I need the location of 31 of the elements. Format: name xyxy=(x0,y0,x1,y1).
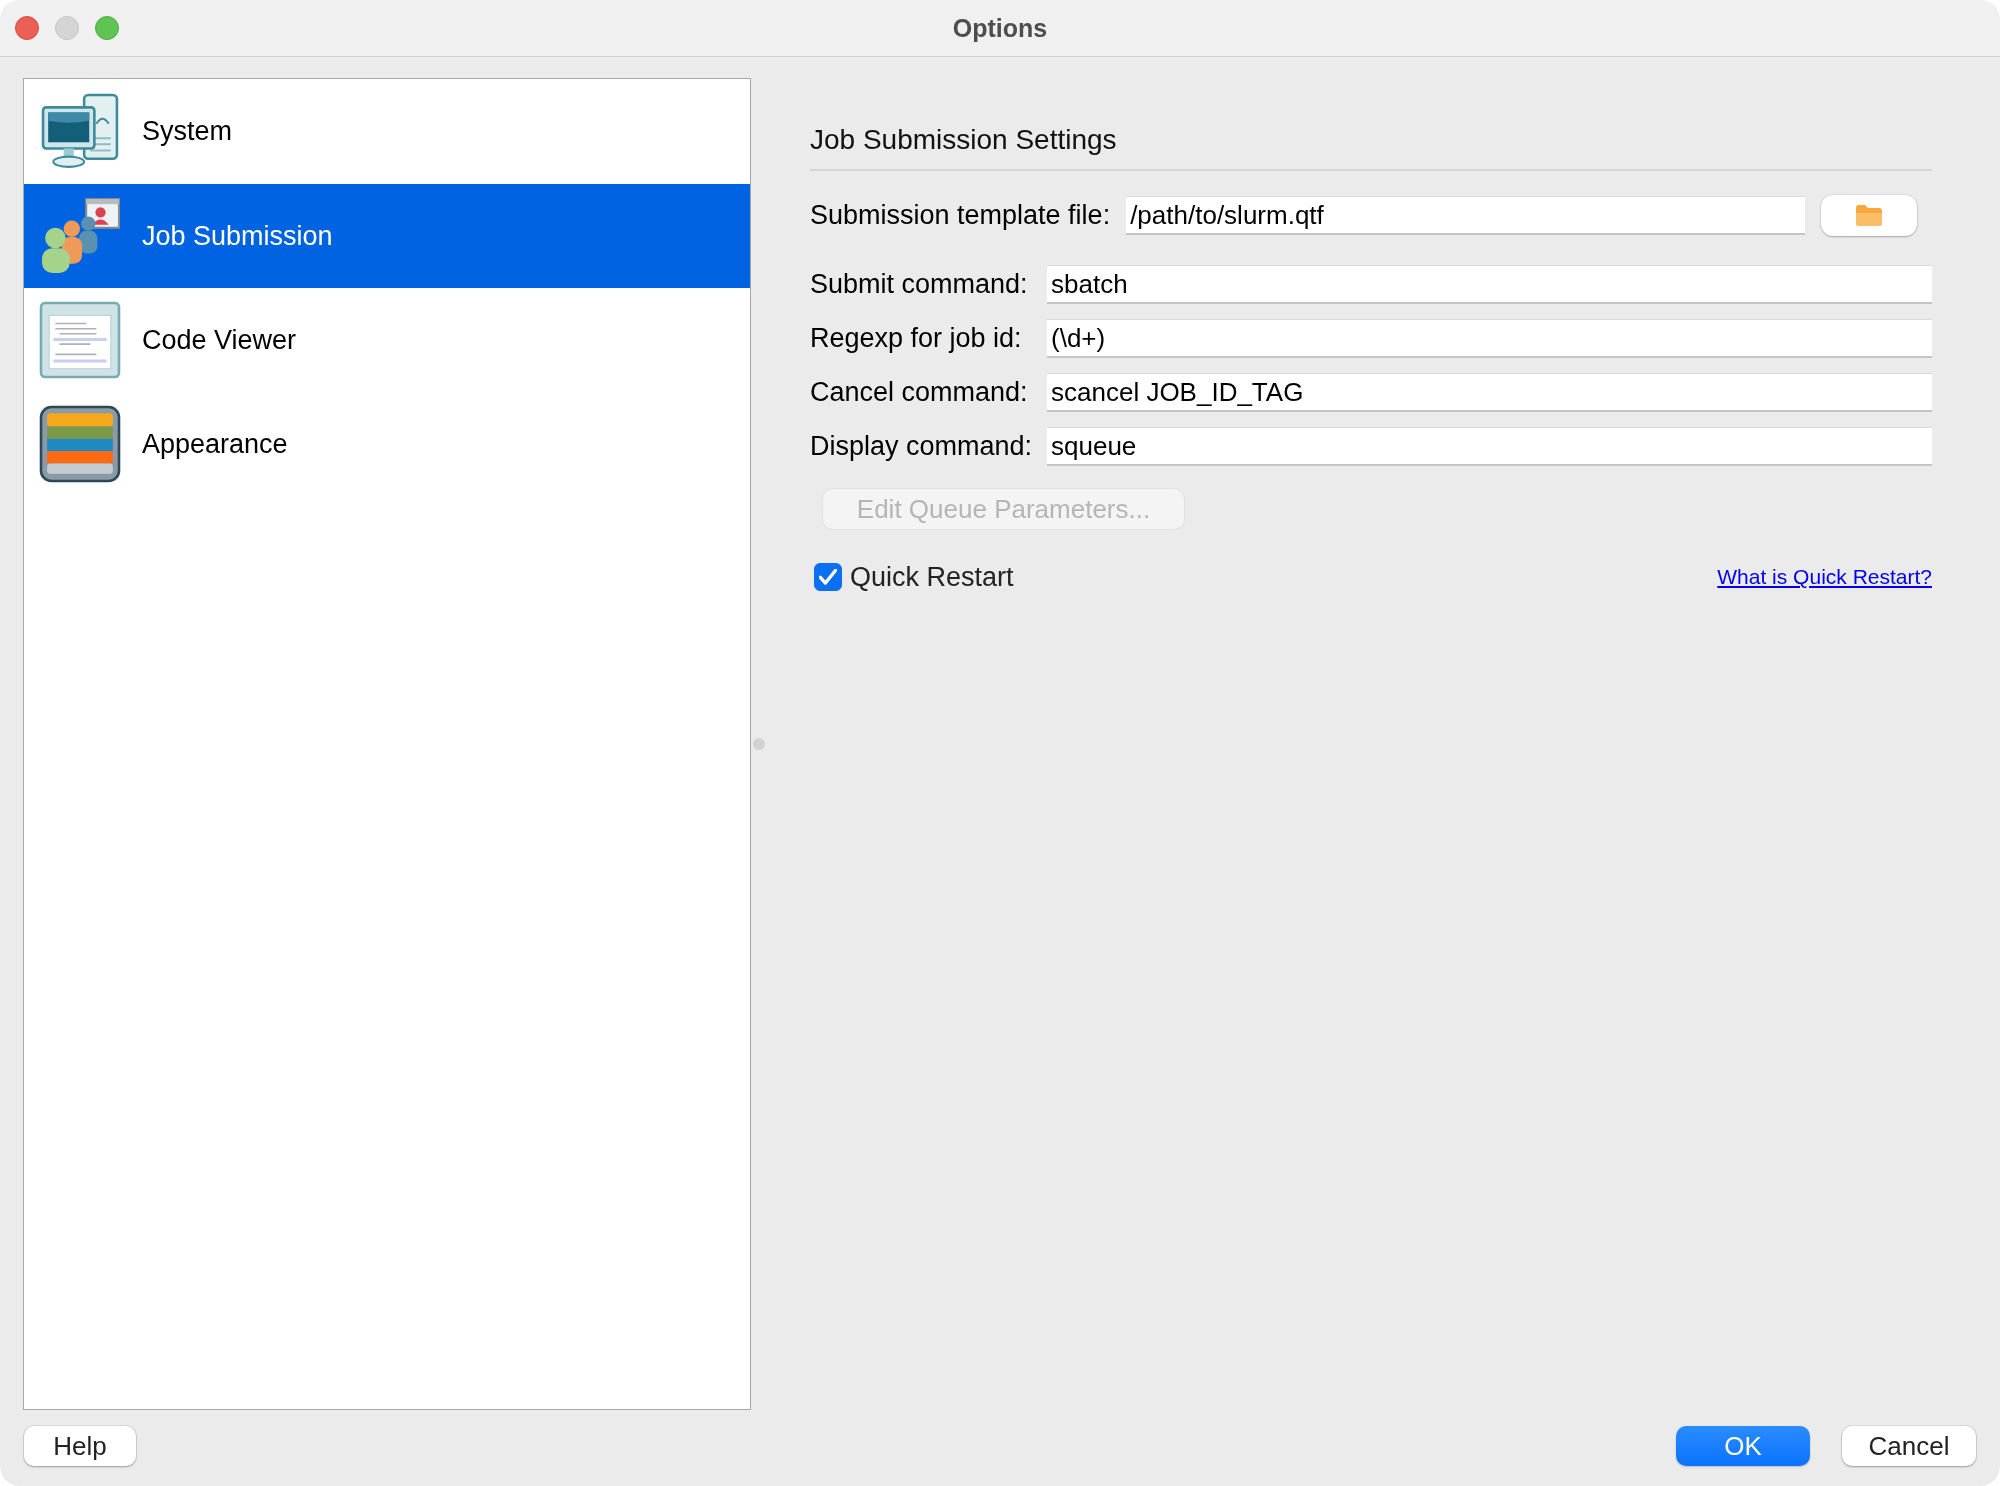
document-window-icon xyxy=(38,301,122,379)
folder-icon xyxy=(1856,205,1883,226)
sidebar-item[interactable]: Appearance xyxy=(24,392,750,496)
sidebar-item[interactable]: Code Viewer xyxy=(24,288,750,392)
text-field[interactable]: scancel JOB_ID_TAG xyxy=(1047,373,1932,412)
field-label: Submission template file: xyxy=(810,200,1111,231)
sidebar-item[interactable]: System xyxy=(24,79,750,184)
sidebar-item[interactable]: Job Submission xyxy=(24,184,750,288)
checkmark-icon xyxy=(819,569,837,585)
field-label: Cancel command: xyxy=(810,377,1028,408)
ok-button[interactable]: OK xyxy=(1676,1426,1810,1466)
text-field[interactable]: sbatch xyxy=(1047,265,1932,304)
checkbox-label: Quick Restart xyxy=(850,561,1014,593)
color-stripes-icon xyxy=(38,405,122,483)
text-field[interactable]: (\d+) xyxy=(1047,319,1932,358)
text-field[interactable]: squeue xyxy=(1047,427,1932,466)
field-label: Submit command: xyxy=(810,269,1028,300)
help-button[interactable]: Help xyxy=(24,1426,136,1466)
quick-restart-checkbox[interactable] xyxy=(814,563,842,591)
maximize-icon[interactable] xyxy=(95,16,119,40)
browse-folder-button[interactable] xyxy=(1821,195,1918,236)
field-label: Display command: xyxy=(810,431,1033,462)
window-title: Options xyxy=(952,13,1048,43)
cancel-button[interactable]: Cancel xyxy=(1842,1426,1976,1466)
splitter-grip-icon[interactable] xyxy=(753,738,765,750)
field-label: Regexp for job id: xyxy=(810,323,1022,354)
help-link[interactable]: What is Quick Restart? xyxy=(1717,565,1932,589)
file-path-field[interactable]: /path/to/slurm.qtf xyxy=(1126,196,1806,235)
minimize-icon[interactable] xyxy=(55,16,79,40)
close-icon[interactable] xyxy=(15,16,39,40)
section-heading: Job Submission Settings xyxy=(810,124,1117,155)
